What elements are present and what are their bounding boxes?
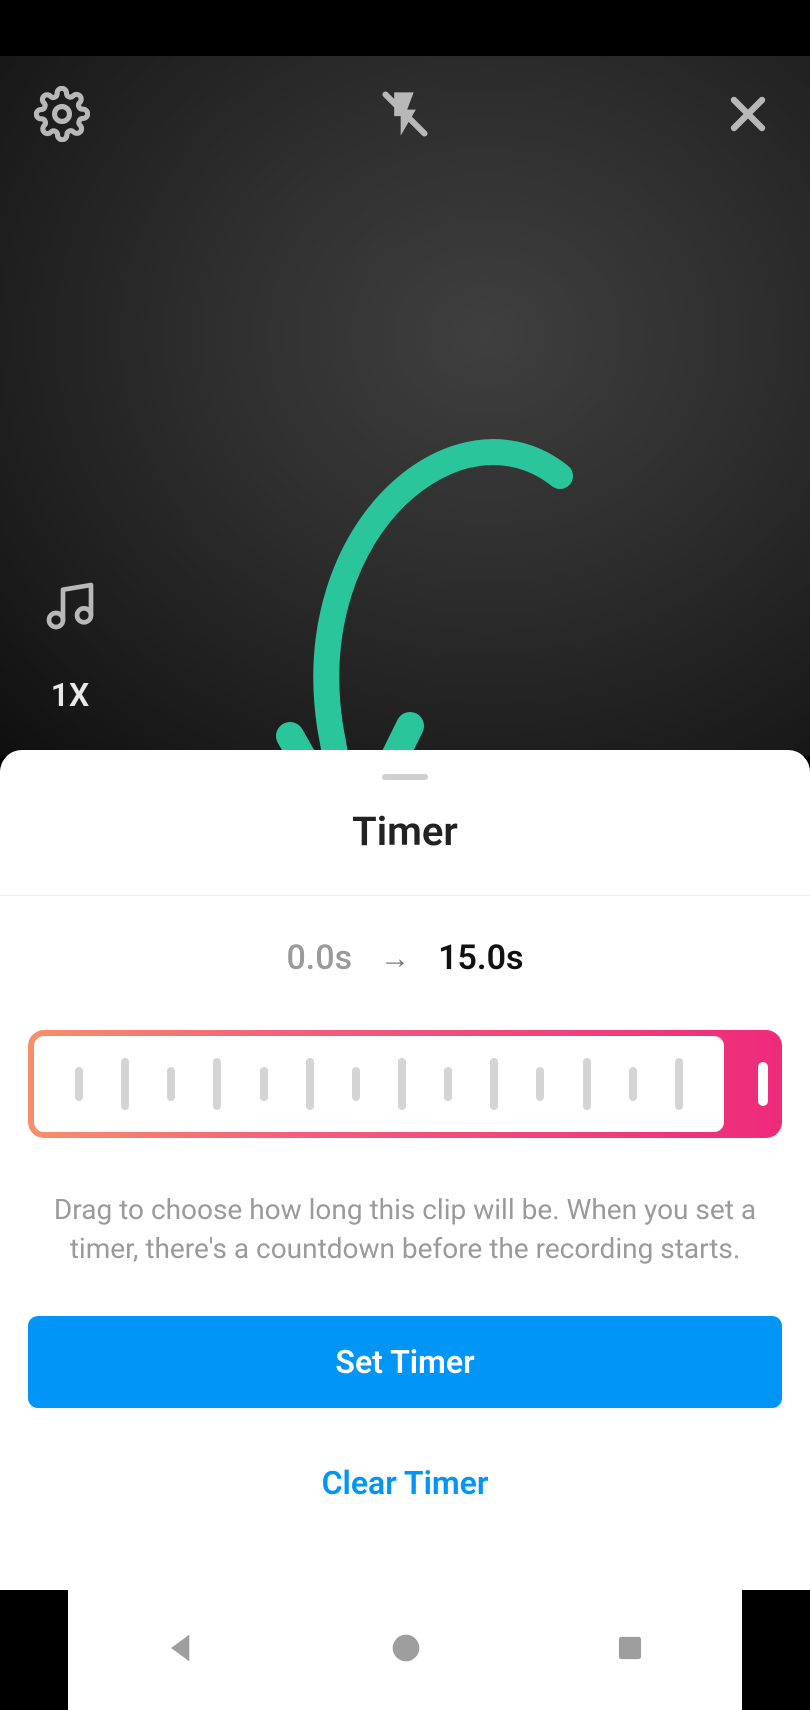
slider-tick (352, 1067, 360, 1101)
timer-slider[interactable] (28, 1030, 782, 1138)
system-nav-bar (68, 1590, 742, 1710)
camera-viewport: 1X (0, 56, 810, 756)
sheet-title: Timer (0, 808, 810, 896)
tutorial-arrow-icon (260, 406, 580, 756)
flash-off-icon (379, 88, 431, 140)
timer-slider-track (34, 1036, 724, 1132)
circle-home-icon (386, 1628, 426, 1668)
slider-tick (121, 1058, 129, 1110)
slider-tick (213, 1058, 221, 1110)
slider-tick (490, 1058, 498, 1110)
slider-tick (536, 1067, 544, 1101)
timer-end-label: 15.0s (438, 938, 523, 978)
timer-help-text: Drag to choose how long this clip will b… (40, 1190, 770, 1268)
camera-side-controls: 1X (40, 576, 100, 714)
slider-tick (75, 1067, 83, 1101)
nav-back-button[interactable] (161, 1628, 201, 1672)
system-status-bar (0, 0, 810, 56)
slider-tick (306, 1058, 314, 1110)
nav-recents-button[interactable] (611, 1629, 649, 1671)
music-icon (42, 578, 98, 634)
timer-slider-handle[interactable] (758, 1062, 768, 1106)
slider-tick (444, 1067, 452, 1101)
timer-start-label: 0.0s (286, 938, 352, 978)
slider-tick (583, 1058, 591, 1110)
flash-toggle-button[interactable] (375, 84, 435, 144)
nav-home-button[interactable] (386, 1628, 426, 1672)
triangle-back-icon (161, 1628, 201, 1668)
close-icon (724, 90, 772, 138)
clear-timer-button[interactable]: Clear Timer (28, 1448, 782, 1518)
music-button[interactable] (40, 576, 100, 636)
arrow-right-icon: → (380, 941, 410, 976)
slider-tick (398, 1058, 406, 1110)
slider-tick (629, 1067, 637, 1101)
slider-tick (260, 1067, 268, 1101)
gear-icon (34, 86, 90, 142)
timer-bottom-sheet: Timer 0.0s → 15.0s (0, 750, 810, 1590)
settings-button[interactable] (32, 84, 92, 144)
speed-button[interactable]: 1X (51, 676, 90, 714)
set-timer-button[interactable]: Set Timer (28, 1316, 782, 1408)
close-button[interactable] (718, 84, 778, 144)
slider-tick (167, 1067, 175, 1101)
sheet-grabber[interactable] (382, 774, 428, 780)
timer-range-display: 0.0s → 15.0s (0, 938, 810, 978)
slider-tick (675, 1058, 683, 1110)
square-recents-icon (611, 1629, 649, 1667)
camera-top-controls (0, 84, 810, 144)
app-screen: 1X Timer 0.0s → 15.0s (0, 0, 810, 1710)
